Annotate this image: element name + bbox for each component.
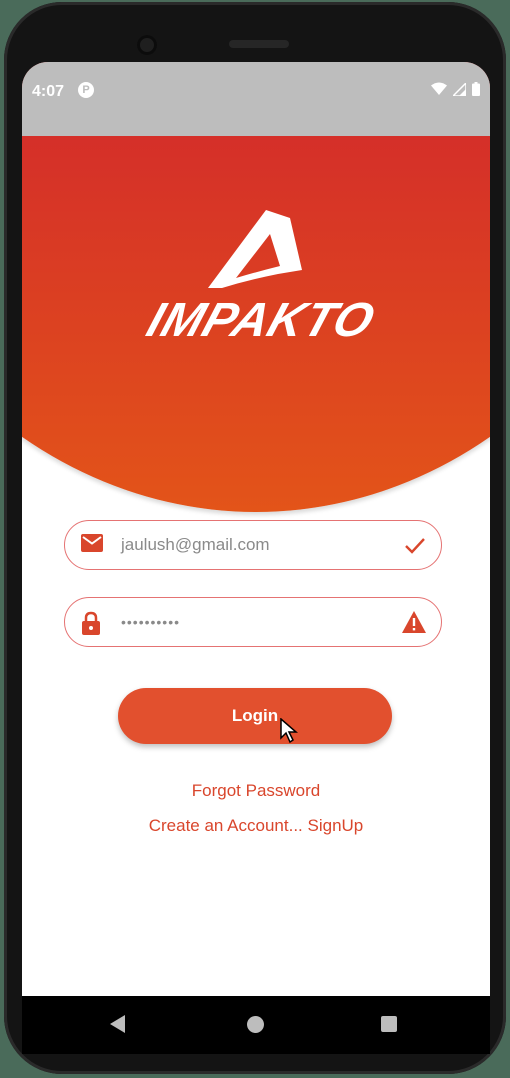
home-icon[interactable] xyxy=(247,1016,264,1033)
notification-icon: P xyxy=(78,82,94,98)
battery-icon xyxy=(472,82,480,96)
login-button[interactable]: Login xyxy=(118,688,392,744)
navigation-bar xyxy=(22,996,490,1054)
warning-icon xyxy=(401,610,427,639)
recent-apps-icon[interactable] xyxy=(381,1016,397,1032)
mouse-cursor-icon xyxy=(280,718,298,744)
signup-link[interactable]: Create an Account... SignUp xyxy=(22,816,490,836)
forgot-password-link[interactable]: Forgot Password xyxy=(22,781,490,801)
front-camera xyxy=(137,35,157,55)
mail-icon xyxy=(81,534,103,557)
app-screen: 4:07 P IMPAKTO jaulush@gmail.com •••••••… xyxy=(22,62,490,996)
checkmark-icon xyxy=(403,533,427,562)
status-bar: 4:07 P xyxy=(22,62,490,136)
back-icon[interactable] xyxy=(110,1015,126,1033)
email-field[interactable]: jaulush@gmail.com xyxy=(64,520,442,570)
password-field[interactable]: •••••••••• xyxy=(64,597,442,647)
wifi-icon xyxy=(431,82,447,95)
status-time: 4:07 xyxy=(32,83,65,100)
status-icons xyxy=(431,82,480,96)
earpiece-speaker xyxy=(229,40,289,48)
email-input[interactable]: jaulush@gmail.com xyxy=(121,535,270,555)
svg-text:IMPAKTO: IMPAKTO xyxy=(141,293,382,342)
impakto-logo: IMPAKTO xyxy=(141,210,382,342)
lock-icon xyxy=(81,611,101,640)
password-input[interactable]: •••••••••• xyxy=(121,614,180,630)
signal-icon xyxy=(453,82,466,96)
